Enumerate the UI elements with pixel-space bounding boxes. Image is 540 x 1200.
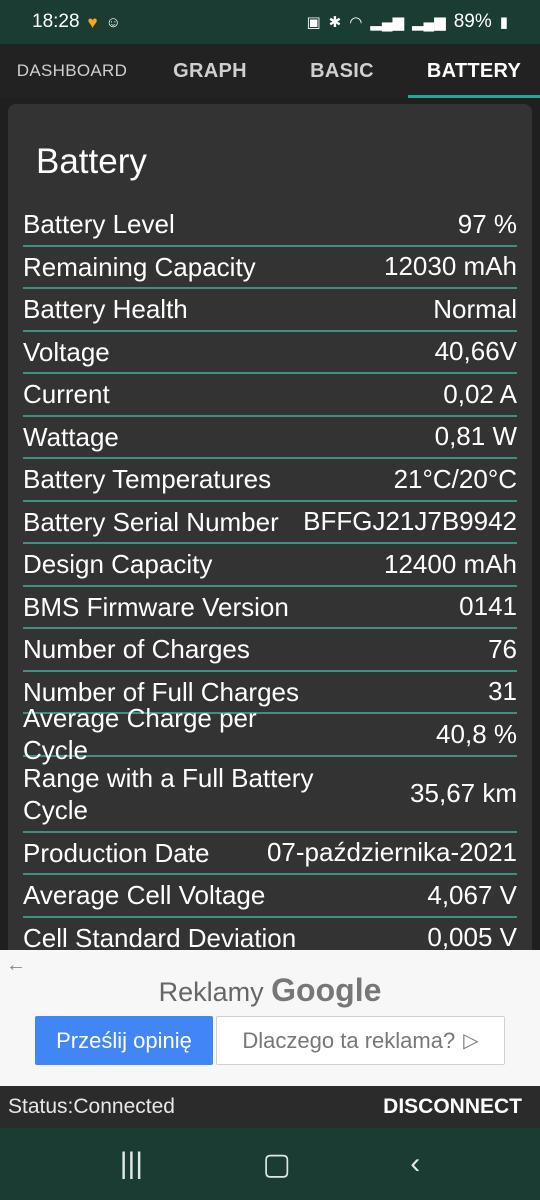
send-feedback-button[interactable]: Prześlij opinię: [35, 1016, 213, 1065]
info-value: 12400 mAh: [384, 548, 517, 579]
ad-title: Reklamy Google: [0, 972, 540, 1009]
info-label: Battery Level: [23, 209, 175, 240]
status-time: 18:28: [32, 11, 80, 32]
heart-bolt-icon: ♥: [87, 12, 98, 32]
tab-dashboard-label-line: DASHBOA: [16, 61, 103, 80]
info-value: 4,067 V: [427, 879, 517, 910]
status-left: 18:28 ♥ ☺: [32, 11, 121, 33]
battery-icon: ▮: [499, 13, 508, 31]
info-value: 40,66V: [434, 336, 517, 367]
home-icon[interactable]: ▢: [263, 1147, 291, 1182]
info-row: Battery Serial Number BFFGJ21J7B9942: [23, 502, 517, 544]
info-row: Design Capacity 12400 mAh: [23, 544, 517, 587]
info-value: BFFGJ21J7B9942: [303, 506, 517, 537]
info-label: Average Charge per Cycle: [23, 703, 257, 766]
info-label: Cell Standard Deviation: [23, 922, 297, 953]
connection-status: Status:Connected: [8, 1095, 175, 1118]
smiley-icon: ☺: [105, 13, 121, 31]
info-label: Remaining Capacity: [23, 251, 256, 282]
info-label: Average Cell Voltage: [23, 880, 266, 911]
signal-icon: ▂▄▆: [370, 13, 404, 31]
info-value: 97 %: [457, 208, 517, 239]
connection-bar: Status:Connected DISCONNECT: [0, 1086, 540, 1128]
info-row: BMS Firmware Version 0141: [23, 587, 517, 629]
info-label: Production Date: [23, 837, 210, 868]
ad-panel: ← Reklamy Google Prześlij opinię Dlaczeg…: [0, 950, 540, 1086]
info-value: Normal: [433, 293, 517, 324]
info-row: Average Charge per Cycle 40,8 %: [23, 703, 517, 765]
tab-dashboard-label-line: RD: [102, 61, 128, 80]
info-label: Range with a Full Battery Cycle: [23, 762, 314, 825]
info-label: Current: [23, 379, 110, 410]
info-row: Production Date 07-października-2021: [23, 833, 517, 875]
tab-graph[interactable]: GRAPH: [144, 44, 276, 98]
tab-dashboard[interactable]: DASHBOA RD: [0, 44, 144, 98]
info-value: 35,67 km: [410, 778, 517, 808]
info-label: BMS Firmware Version: [23, 591, 289, 622]
info-row: Average Cell Voltage 4,067 V: [23, 875, 517, 918]
status-right: ▣ ✱ ◠ ▂▄▆ ▂▄▆ 89% ▮: [306, 11, 508, 33]
info-label: Wattage: [23, 421, 119, 452]
why-this-ad-button[interactable]: Dlaczego ta reklama? ▷: [216, 1016, 505, 1065]
status-bar: 18:28 ♥ ☺ ▣ ✱ ◠ ▂▄▆ ▂▄▆ 89% ▮: [0, 0, 540, 44]
info-row: Wattage 0,81 W: [23, 417, 517, 459]
recent-apps-icon[interactable]: |||: [120, 1147, 143, 1181]
info-value: 0,02 A: [443, 378, 517, 409]
info-row: Battery Health Normal: [23, 289, 517, 332]
info-row: Voltage 40,66V: [23, 332, 517, 374]
info-row: Remaining Capacity 12030 mAh: [23, 247, 517, 289]
info-label: Battery Health: [23, 294, 188, 325]
battery-saver-icon: ▣: [306, 13, 321, 31]
battery-percent: 89%: [453, 11, 492, 32]
info-label: Voltage: [23, 336, 110, 367]
info-value: 76: [488, 633, 517, 664]
info-value: 12030 mAh: [384, 251, 517, 282]
info-value: 0,005 V: [427, 922, 517, 953]
info-label: Design Capacity: [23, 549, 213, 580]
ad-title-brand: Google: [271, 972, 382, 1008]
battery-info-list: Battery Level 97 % Remaining Capacity 12030…: [23, 204, 517, 960]
signal-icon-2: ▂▄▆: [412, 13, 446, 31]
info-value: 07-października-2021: [266, 837, 517, 868]
info-row: Number of Charges 76: [23, 629, 517, 672]
tab-battery[interactable]: BATTERY: [408, 44, 540, 98]
info-row: Current 0,02 A: [23, 374, 517, 417]
info-row: Range with a Full Battery Cycle 35,67 km: [23, 757, 517, 833]
play-triangle-icon: ▷: [463, 1030, 479, 1052]
info-row: Battery Temperatures 21°C/20°C: [23, 459, 517, 502]
bluetooth-icon: ✱: [328, 13, 342, 31]
wifi-icon: ◠: [349, 13, 363, 31]
ad-title-prefix: Reklamy: [158, 977, 264, 1007]
disconnect-button[interactable]: DISCONNECT: [383, 1095, 522, 1119]
info-value: 0,81 W: [434, 421, 517, 452]
info-label: Number of Charges: [23, 634, 250, 665]
why-this-ad-label: Dlaczego ta reklama?: [242, 1027, 456, 1053]
navigation-bar: ||| ▢ ‹: [0, 1128, 540, 1200]
back-icon[interactable]: ‹: [410, 1147, 420, 1181]
info-label: Battery Temperatures: [23, 464, 272, 495]
info-label: Battery Serial Number: [23, 506, 279, 537]
battery-card: Battery Battery Level 97 % Remaining Capac…: [8, 104, 532, 964]
tab-basic[interactable]: BASIC: [276, 44, 408, 98]
info-value: 21°C/20°C: [393, 463, 517, 494]
info-row: Battery Level 97 %: [23, 204, 517, 247]
content-area[interactable]: Battery Battery Level 97 % Remaining Capac…: [0, 98, 540, 964]
tab-bar: DASHBOA RD GRAPH BASIC BATTERY: [0, 44, 540, 98]
info-value: 0141: [459, 591, 517, 622]
info-value: 31: [488, 676, 517, 707]
info-value: 40,8 %: [436, 718, 517, 749]
card-title: Battery: [36, 142, 147, 181]
